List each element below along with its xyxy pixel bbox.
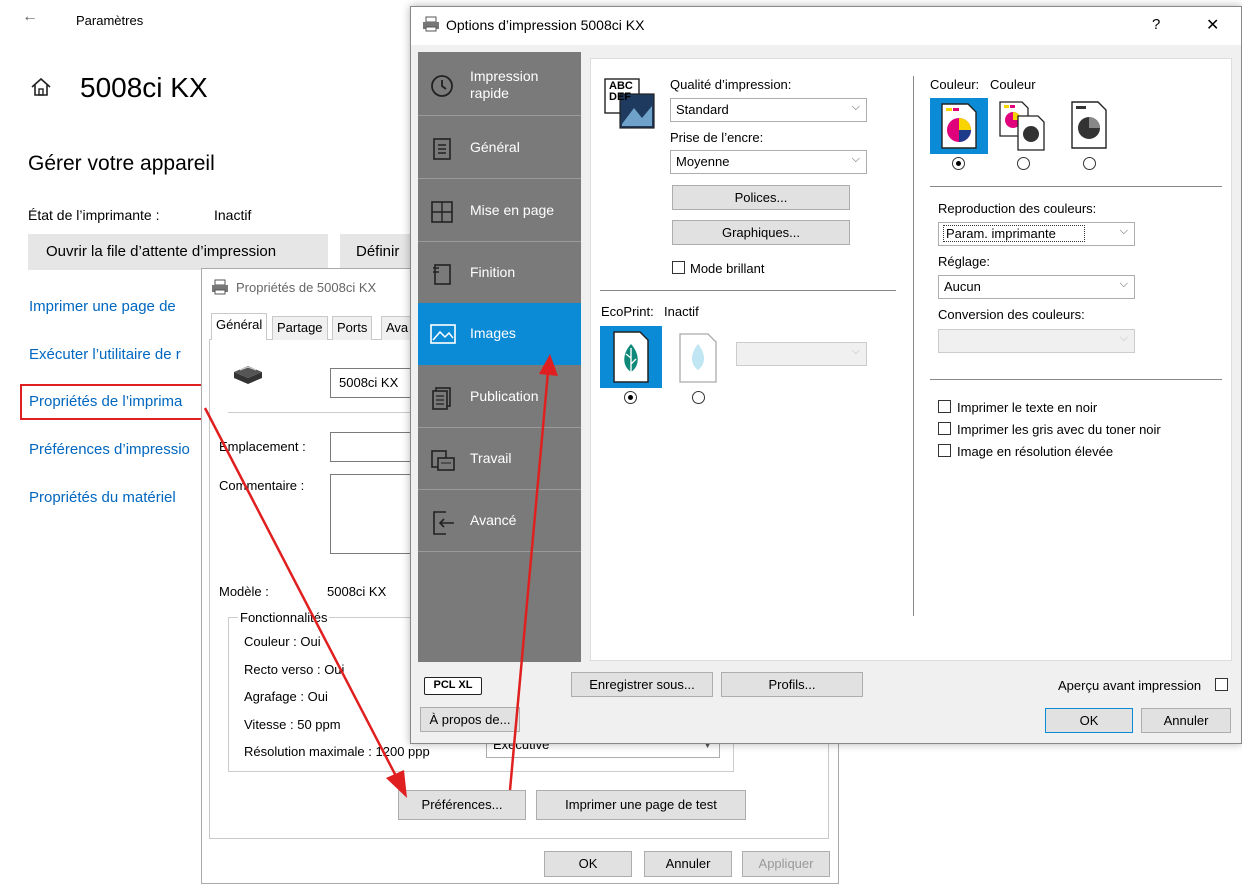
arrow-head-preferences (386, 770, 407, 798)
arrow-to-images (508, 371, 550, 791)
arrow-to-preferences (203, 407, 400, 781)
arrow-head-images (539, 354, 558, 376)
annotation-arrows (203, 354, 558, 798)
